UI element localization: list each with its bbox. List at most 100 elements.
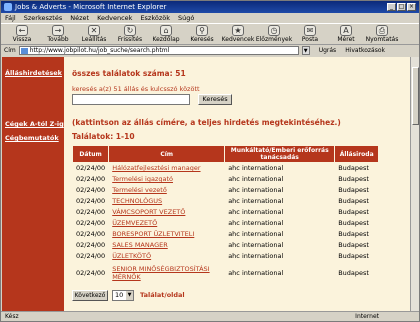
history-icon: ◷ — [268, 25, 280, 36]
row-title-link[interactable]: VÁMCSOPORT VEZETŐ — [108, 206, 226, 218]
status-text: Kész — [5, 313, 19, 320]
row-date: 02/24/00 — [71, 261, 110, 284]
row-office: Budapest — [334, 250, 380, 262]
address-url: http://www.jobpilot.hu/job_suche/search.… — [29, 47, 170, 54]
search-caption: keresés a(z) 51 állás és kulcsszó között — [72, 85, 200, 93]
sidebar-item-companies[interactable]: Cégek A-tól Z-ig — [5, 120, 64, 128]
history-button[interactable]: ◷ Előzmények — [256, 24, 292, 43]
column-date: Dátum — [71, 145, 110, 163]
sidebar-item-company-profiles[interactable]: Cégbemutatók — [5, 134, 59, 142]
row-employer: ahc international — [224, 250, 336, 262]
row-title-link[interactable]: Hálózatfejlesztési manager — [108, 162, 226, 174]
table-row: 02/24/00 ÜZLETKÖTŐ ahc international Budape… — [71, 250, 380, 262]
results-table: Dátum Cím Munkáltató/Emberi erőforrás ta… — [71, 145, 380, 284]
row-title-link[interactable]: SALES MANAGER — [108, 239, 226, 251]
row-date: 02/24/00 — [71, 173, 110, 185]
scrollbar-thumb[interactable] — [412, 67, 419, 125]
row-title-link[interactable]: SENIOR MINŐSÉGBIZTOSÍTÁSI MÉRNÖK — [108, 261, 226, 284]
row-title-link[interactable]: ÜZLETKÖTŐ — [108, 250, 226, 262]
zone-indicator: Internet — [355, 313, 379, 320]
row-employer: ahc international — [224, 217, 336, 229]
row-employer: ahc international — [224, 261, 336, 284]
row-title-link[interactable]: Termelési vezető — [108, 184, 226, 196]
row-employer: ahc international — [224, 239, 336, 251]
table-row: 02/24/00 SENIOR MINŐSÉGBIZTOSÍTÁSI MÉRNÖK… — [71, 261, 380, 284]
forward-arrow-icon: → — [52, 25, 64, 36]
menu-tools[interactable]: Eszközök — [140, 13, 170, 23]
font-size-button[interactable]: A Méret — [333, 24, 359, 43]
menu-help[interactable]: Súgó — [178, 13, 194, 23]
refresh-button[interactable]: ↻ Frissítés — [117, 24, 143, 43]
menu-view[interactable]: Nézet — [70, 13, 89, 23]
toolbar: ← Vissza → Tovább ✕ Leállítás ↻ Frissítés ⌂ K… — [1, 23, 419, 45]
back-button[interactable]: ← Vissza — [9, 24, 35, 43]
row-date: 02/24/00 — [71, 250, 110, 262]
row-employer: ahc international — [224, 206, 336, 218]
stop-button[interactable]: ✕ Leállítás — [81, 24, 107, 43]
back-arrow-icon: ← — [16, 25, 28, 36]
row-office: Budapest — [334, 217, 380, 229]
print-button[interactable]: ⎙ Nyomtatás — [366, 24, 398, 43]
menu-file[interactable]: Fájl — [5, 13, 16, 23]
total-results: összes találatok száma: 51 — [72, 69, 186, 78]
search-button-toolbar[interactable]: ⚲ Keresés — [189, 24, 215, 43]
vertical-scrollbar[interactable] — [410, 57, 419, 311]
results-range: Találatok: 1-10 — [72, 132, 135, 141]
row-employer: ahc international — [224, 195, 336, 207]
status-bar: Kész Internet — [1, 311, 419, 322]
address-label: Cím — [4, 47, 16, 54]
per-page-label: Találat/oldal — [140, 291, 185, 299]
home-icon: ⌂ — [160, 25, 172, 36]
column-employer: Munkáltató/Emberi erőforrás tanácsadás — [224, 145, 336, 163]
refresh-icon: ↻ — [124, 25, 136, 36]
title-bar: Jobs & Adverts - Microsoft Internet Expl… — [1, 1, 419, 13]
browser-window: Jobs & Adverts - Microsoft Internet Expl… — [0, 0, 420, 322]
row-office: Budapest — [334, 162, 380, 174]
close-icon[interactable]: × — [407, 3, 416, 11]
go-button[interactable]: Ugrás — [319, 47, 336, 54]
menu-favorites[interactable]: Kedvencek — [97, 13, 132, 23]
row-date: 02/24/00 — [71, 162, 110, 174]
mail-button[interactable]: ✉ Posta — [297, 24, 323, 43]
row-title-link[interactable]: ÜZEMVEZETŐ — [108, 217, 226, 229]
row-office: Budapest — [334, 228, 380, 240]
table-row: 02/24/00 VÁMCSOPORT VEZETŐ ahc internation… — [71, 206, 380, 218]
window-title: Jobs & Adverts - Microsoft Internet Expl… — [15, 3, 167, 11]
next-page-button[interactable]: Következő — [72, 290, 108, 301]
address-dropdown-icon[interactable]: ▼ — [301, 46, 310, 55]
address-bar: Cím http://www.jobpilot.hu/job_suche/sea… — [1, 45, 419, 56]
links-button[interactable]: Hivatkozások — [345, 47, 385, 54]
table-row: 02/24/00 TECHNOLÓGUS ahc international Buda… — [71, 195, 380, 207]
menu-edit[interactable]: Szerkesztés — [24, 13, 62, 23]
ie-logo-icon — [4, 3, 12, 11]
row-office: Budapest — [334, 173, 380, 185]
per-page-select[interactable]: 10 ▼ — [112, 290, 134, 301]
stop-icon: ✕ — [88, 25, 100, 36]
sidebar: Álláshirdetések Cégek A-tól Z-ig Cégbemu… — [2, 57, 64, 311]
address-input[interactable]: http://www.jobpilot.hu/job_suche/search.… — [18, 46, 299, 55]
favorites-icon: ★ — [232, 25, 244, 36]
table-row: 02/24/00 Termelési vezető ahc internationa… — [71, 184, 380, 196]
minimize-icon[interactable]: _ — [387, 3, 396, 11]
page-icon — [20, 48, 28, 54]
row-date: 02/24/00 — [71, 206, 110, 218]
row-date: 02/24/00 — [71, 217, 110, 229]
sidebar-item-jobs[interactable]: Álláshirdetések — [5, 69, 62, 77]
maximize-icon[interactable]: □ — [397, 3, 406, 11]
favorites-button[interactable]: ★ Kedvencek — [222, 24, 254, 43]
main-panel: összes találatok száma: 51 keresés a(z) … — [64, 57, 411, 311]
row-date: 02/24/00 — [71, 228, 110, 240]
search-button[interactable]: Keresés — [198, 94, 232, 105]
home-button[interactable]: ⌂ Kezdőlap — [152, 24, 180, 43]
column-office: Állásiroda — [334, 145, 380, 163]
print-icon: ⎙ — [376, 25, 388, 36]
row-title-link[interactable]: BORESPORT ÜZLETVITELI — [108, 228, 226, 240]
table-row: 02/24/00 ÜZEMVEZETŐ ahc international Budap… — [71, 217, 380, 229]
forward-button[interactable]: → Tovább — [45, 24, 71, 43]
row-date: 02/24/00 — [71, 239, 110, 251]
click-hint: (kattintson az állás címére, a teljes hi… — [72, 118, 341, 127]
row-title-link[interactable]: Termelési igazgató — [108, 173, 226, 185]
search-input[interactable] — [72, 94, 190, 105]
row-title-link[interactable]: TECHNOLÓGUS — [108, 195, 226, 207]
font-size-icon: A — [340, 25, 352, 36]
